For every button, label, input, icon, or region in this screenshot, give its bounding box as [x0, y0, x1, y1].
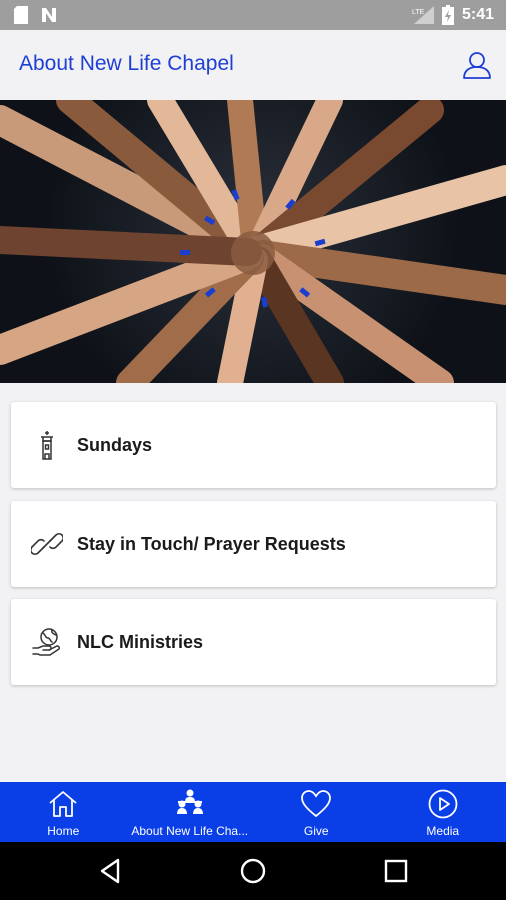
status-time: 5:41 [461, 6, 494, 23]
globe-hand-icon [32, 628, 61, 656]
card-label: Stay in Touch/ Prayer Requests [77, 533, 346, 554]
nav-label: Media [426, 824, 460, 838]
church-tower-icon [41, 431, 53, 460]
home-circle-icon[interactable] [238, 856, 268, 886]
nav-label: Give [303, 824, 329, 838]
home-icon [49, 791, 77, 817]
nav-home[interactable]: Home [0, 782, 127, 842]
card-sundays[interactable]: Sundays [11, 402, 496, 488]
people-group-icon [176, 789, 203, 814]
app-bar: About New Life Chapel [0, 30, 506, 101]
nav-give[interactable]: Give [253, 782, 380, 842]
nav-label: About New Life Cha... [131, 824, 249, 838]
card-nlc-ministries[interactable]: NLC Ministries [11, 599, 496, 685]
play-circle-icon [428, 789, 458, 819]
recents-icon[interactable] [381, 856, 411, 886]
nav-label: Home [47, 824, 80, 838]
card-label: NLC Ministries [77, 631, 204, 652]
lte-signal-icon: LTE [412, 6, 434, 24]
status-bar: LTE 5:41 [0, 0, 506, 30]
system-nav-bar [0, 842, 506, 900]
heart-icon [301, 790, 332, 818]
hands-circle-illustration [0, 100, 506, 383]
bottom-nav: Home About New Life Cha... Give Media [0, 782, 506, 842]
svg-text:LTE: LTE [412, 9, 425, 16]
n-notification-icon [42, 8, 56, 22]
hero-image [0, 100, 506, 383]
link-chain-icon [31, 532, 63, 556]
nav-media[interactable]: Media [380, 782, 506, 842]
profile-icon[interactable] [462, 50, 492, 80]
sd-card-icon [14, 6, 28, 24]
back-icon[interactable] [96, 856, 126, 886]
card-stay-in-touch[interactable]: Stay in Touch/ Prayer Requests [11, 501, 496, 587]
battery-icon [441, 5, 454, 25]
card-label: Sundays [77, 434, 153, 455]
page-title: About New Life Chapel [19, 52, 234, 75]
nav-about[interactable]: About New Life Cha... [127, 782, 254, 842]
